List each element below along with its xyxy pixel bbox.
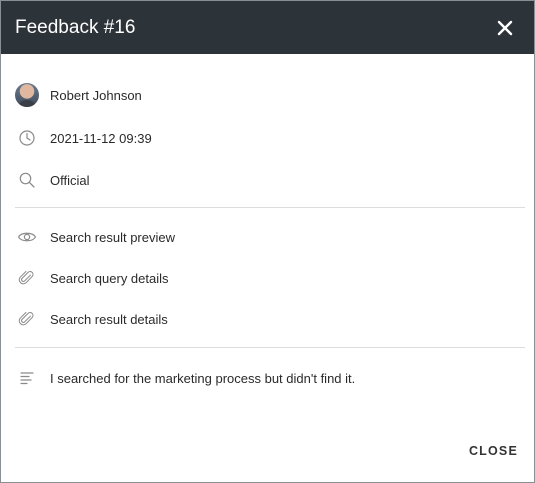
link-search-result-details[interactable]: Search result details xyxy=(1,307,534,331)
comment-text: I searched for the marketing process but… xyxy=(50,370,356,386)
timestamp-row: 2021-11-12 09:39 xyxy=(1,126,534,150)
feedback-dialog: Feedback #16 Robert Johnson 2021-11-12 0… xyxy=(0,0,535,483)
eye-icon xyxy=(15,225,39,249)
notes-icon xyxy=(15,366,39,390)
comment-row: I searched for the marketing process but… xyxy=(1,366,534,390)
close-icon[interactable] xyxy=(496,19,514,37)
divider xyxy=(15,207,525,208)
link-label[interactable]: Search query details xyxy=(50,271,169,286)
avatar xyxy=(15,83,39,107)
dialog-header: Feedback #16 xyxy=(1,1,534,54)
dialog-title: Feedback #16 xyxy=(15,16,136,38)
paperclip-icon xyxy=(15,307,39,331)
clock-icon xyxy=(15,126,39,150)
link-label[interactable]: Search result details xyxy=(50,312,168,327)
search-icon xyxy=(15,168,39,192)
close-button[interactable]: CLOSE xyxy=(469,444,518,458)
link-search-query-details[interactable]: Search query details xyxy=(1,266,534,290)
paperclip-icon xyxy=(15,266,39,290)
user-name: Robert Johnson xyxy=(50,87,142,103)
timestamp: 2021-11-12 09:39 xyxy=(50,130,152,146)
link-label[interactable]: Search result preview xyxy=(50,230,175,245)
source-row: Official xyxy=(1,168,534,192)
link-search-result-preview[interactable]: Search result preview xyxy=(1,225,534,249)
divider xyxy=(15,347,525,348)
source-label: Official xyxy=(50,172,90,188)
user-row: Robert Johnson xyxy=(1,83,534,107)
